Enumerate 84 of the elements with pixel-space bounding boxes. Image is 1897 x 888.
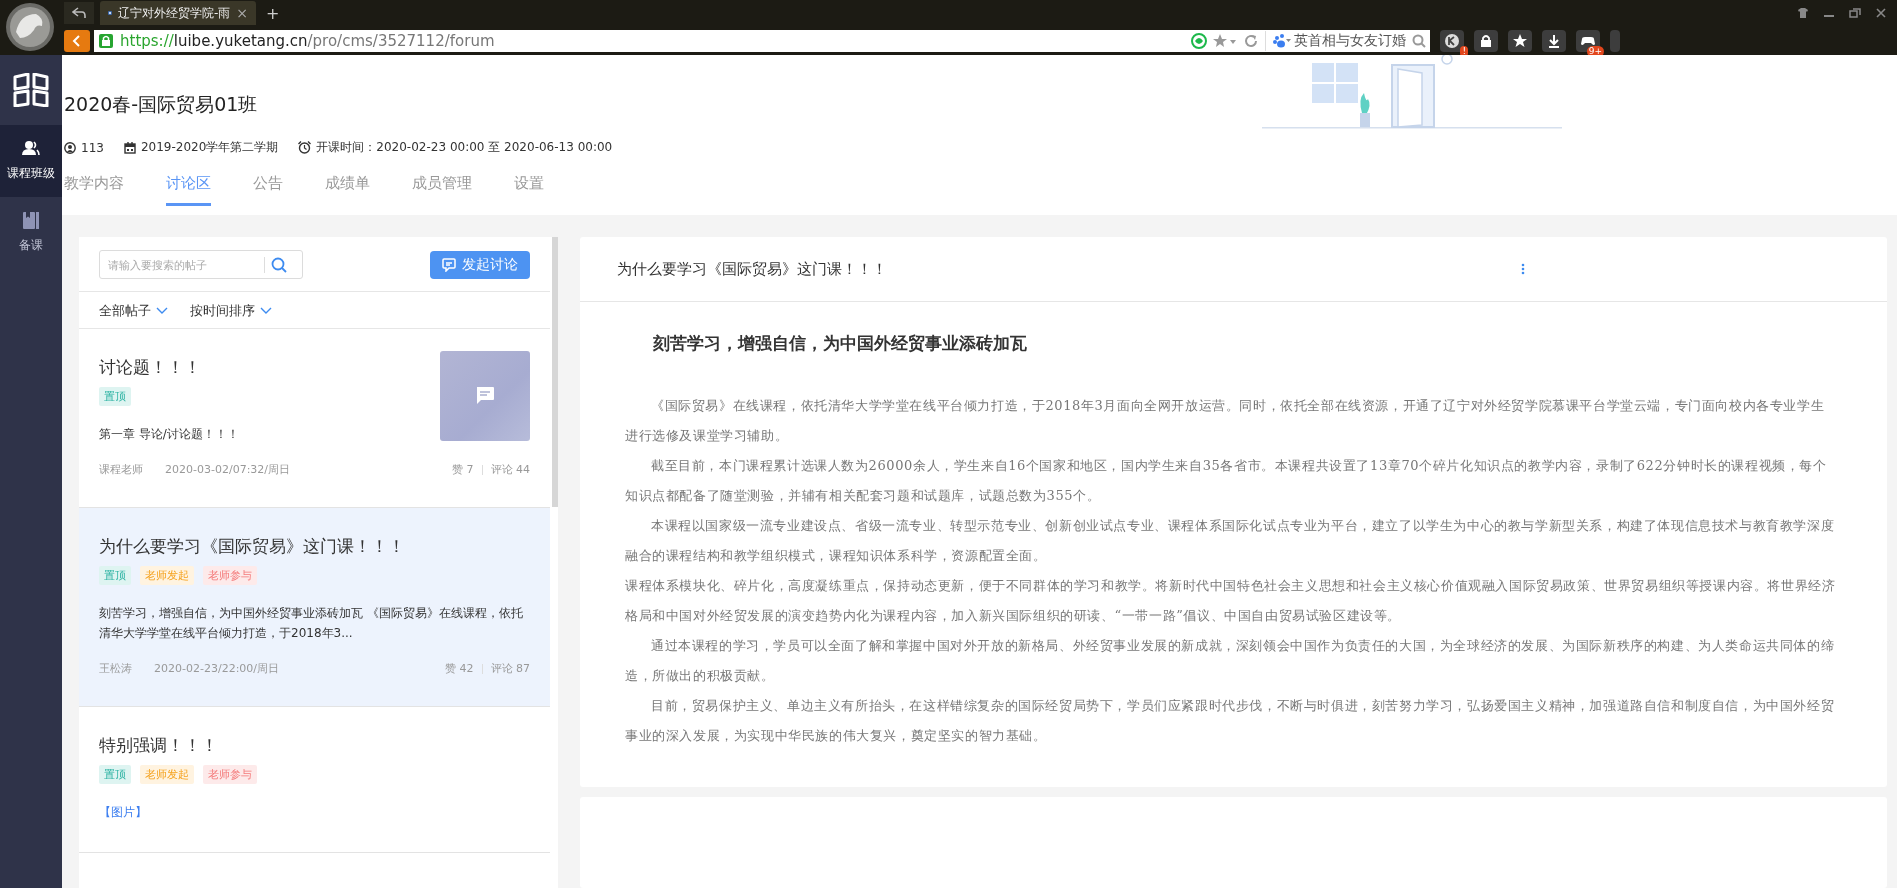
sidebar-item[interactable]: 备课 <box>0 197 62 269</box>
article-paragraph: 通过本课程的学习，学员可以全面了解和掌握中国对外开放的新格局、外经贸事业发展的新成就，深刻领会中国作为负责任的大国，为全球经济的发展、为国际新秩序的构建、为人类命运共同体的缔造，所做出的积极贡献。 <box>625 637 1836 685</box>
filter-dropdown[interactable]: 按时间排序 <box>190 302 272 320</box>
chevron-down-icon <box>156 307 168 315</box>
k-extension-icon <box>1444 33 1460 49</box>
post-excerpt: 刻苦学习，增强自信，为中国外经贸事业添砖加瓦 《国际贸易》在线课程，依托清华大学学堂在线平台倾力打造，于2018年3... <box>99 605 524 642</box>
shirt-icon[interactable] <box>1797 8 1809 18</box>
post-title: 特别强调！！！ <box>99 734 219 757</box>
people-icon <box>22 140 40 157</box>
post-tag: 老师发起 <box>140 566 194 585</box>
post-card[interactable]: 为什么要学习《国际贸易》这门课！！！ 置顶 老师发起 老师参与 刻苦学习，增强自信，为中国外经贸事业添砖加瓦 《国际贸易》在线课程，依托清华大学学堂在线平台倾力打造，于2018年3... 王松涛 2020-02-23/22:00/周日 赞 42 评论 87 <box>79 508 550 707</box>
like-count[interactable]: 赞 42 <box>445 661 474 676</box>
nav-tab[interactable]: 教学内容 <box>64 166 124 206</box>
tab-title: 辽宁对外经贸学院-雨 <box>117 4 231 22</box>
post-author: 王松涛 <box>99 661 132 676</box>
article-paragraph: 《国际贸易》在线课程，依托清华大学学堂在线平台倾力打造，于2018年3月面向全网开放运营。同时，依托全部在线资源，开通了辽宁对外经贸学院慕课平台学堂云端，专门面向校内各专业学生进行选修及课堂学习辅助。 <box>625 397 1826 445</box>
search-icon[interactable] <box>271 256 287 273</box>
search-icon[interactable] <box>1412 34 1426 48</box>
paw-icon <box>1272 33 1292 49</box>
nav-tab[interactable]: 成绩单 <box>325 166 370 206</box>
article-heading: 刻苦学习，增强自信，为中国外经贸事业添砖加瓦 <box>652 332 1028 355</box>
sidebar-item[interactable]: 课程班级 <box>0 125 62 197</box>
post-excerpt: 第一章 导论/讨论题！！！ <box>99 426 240 443</box>
article-paragraph: 截至目前，本门课程累计选课人数为26000余人，学生来自16个国家和地区，国内学生来自35各省市。本课程共设置了13章70个碎片化知识点的教学内容，录制了622分钟时长的课程视频，每个知识点都配备了随堂测验，并辅有相关配套习题和试题库，试题总数为355个。 <box>625 457 1828 505</box>
address-field[interactable]: https://luibe.yuketang.cn/pro/cms/3527112/forum <box>120 32 495 50</box>
article-paragraph: 课程体系模块化、碎片化，高度凝练重点，保持动态更新，便于不同群体的学习和教学。将新时代中国特色社会主义思想和社会主义核心价值观融入国际贸易政策、世界贸易组织等授课内容。将世界经济格局和中国对外经贸发展的演变趋势内化为课程内容，加入新兴国际组织的研读、“一带一路”倡议、中国自由贸易试验区建设等。 <box>625 577 1837 625</box>
search-field[interactable]: 英首相与女友订婚 <box>1265 31 1406 51</box>
swirl-icon[interactable] <box>1191 33 1207 49</box>
toolbar-button[interactable] <box>1542 30 1566 52</box>
article-title: 为什么要学习《国际贸易》这门课！！！ <box>617 259 887 279</box>
back-arrow-icon <box>72 7 86 19</box>
image-link[interactable]: 【图片】 <box>99 802 530 822</box>
post-tag: 老师参与 <box>203 765 257 784</box>
schedule-text: 开课时间：2020-02-23 00:00 至 2020-06-13 00:00 <box>316 139 613 156</box>
calendar-icon <box>123 141 136 154</box>
post-title: 讨论题！！！ <box>99 356 202 379</box>
restore-icon[interactable] <box>1849 8 1861 18</box>
back-button[interactable] <box>64 30 90 52</box>
post-title: 为什么要学习《国际贸易》这门课！！！ <box>99 535 406 558</box>
article-paragraph: 本课程以国家级一流专业建设点、省级一流专业、转型示范专业、创新创业试点专业、课程体系国际化试点专业为平台，建立了以学生为中心的教与学新型关系，构建了体现信息技术与教育教学深度融合的课程结构和教学组织模式，课程知识体系科学，资源配置全面。 <box>625 517 1836 565</box>
chevron-down-icon <box>260 307 272 315</box>
nav-tab[interactable]: 设置 <box>514 166 544 206</box>
download-icon <box>1546 33 1562 49</box>
student-icon <box>64 141 76 154</box>
filter-dropdown[interactable]: 全部帖子 <box>99 302 168 320</box>
term-text: 2019-2020学年第二学期 <box>140 139 279 156</box>
post-author: 课程老师 <box>99 462 143 477</box>
book-icon <box>22 212 40 229</box>
more-options-icon[interactable] <box>1521 263 1525 275</box>
toolbar-button[interactable] <box>1508 30 1532 52</box>
post-tag: 老师发起 <box>140 765 194 784</box>
article-paragraph: 目前，贸易保护主义、单边主义有所抬头，在这样错综复杂的国际经贸局势下，学员们应紧跟时代步伐，不断与时俱进，刻苦努力学习，弘扬爱国主义精神，加强道路自信和制度自信，为中国外经贸事业的深入发展，为实现中华民族的伟大复兴，奠定坚实的智力基础。 <box>625 697 1836 745</box>
tab-close-button[interactable]: × <box>236 5 248 21</box>
start-discussion-button[interactable]: 发起讨论 <box>430 250 530 279</box>
lock-icon <box>1478 33 1494 49</box>
post-tag: 置顶 <box>99 566 131 585</box>
course-title: 2020春-国际贸易01班 <box>64 92 259 117</box>
nav-tab[interactable]: 公告 <box>253 166 283 206</box>
search-field[interactable]: 请输入要搜索的帖子 <box>99 250 303 279</box>
alarm-clock-icon <box>298 141 312 154</box>
star-plus-icon[interactable] <box>1213 33 1237 49</box>
lock-icon <box>98 33 114 49</box>
scrollbar[interactable] <box>552 237 558 507</box>
post-time: 2020-03-02/07:32/周日 <box>165 462 291 477</box>
post-tag: 置顶 <box>99 765 131 784</box>
new-tab-button[interactable]: + <box>266 3 280 23</box>
reload-icon[interactable] <box>1243 33 1259 49</box>
nav-tab[interactable]: 讨论区 <box>166 166 211 206</box>
back-button[interactable] <box>64 2 94 24</box>
comment-count[interactable]: 评论 44 <box>490 462 530 477</box>
student-count: 113 <box>81 140 104 155</box>
comment-icon <box>475 386 495 406</box>
post-tag: 置顶 <box>99 387 131 406</box>
toolbar-button[interactable] <box>1474 30 1498 52</box>
post-time: 2020-02-23/22:00/周日 <box>154 661 280 676</box>
star-icon <box>1512 33 1528 49</box>
app-logo-icon[interactable] <box>13 73 49 107</box>
comment-count[interactable]: 评论 87 <box>490 661 530 676</box>
nav-tab[interactable]: 成员管理 <box>412 166 472 206</box>
like-count[interactable]: 赞 7 <box>452 462 474 477</box>
browser-tab[interactable]: 辽宁对外经贸学院-雨 × <box>100 1 256 25</box>
chat-icon <box>442 257 456 272</box>
post-tag: 老师参与 <box>203 566 257 585</box>
close-icon[interactable] <box>1875 8 1887 18</box>
